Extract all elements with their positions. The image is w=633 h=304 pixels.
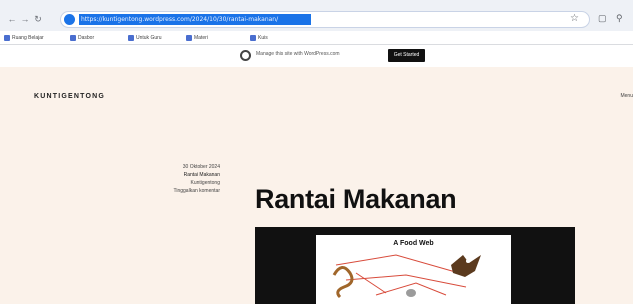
forward-icon[interactable]: → bbox=[20, 14, 30, 24]
site-info-icon[interactable] bbox=[64, 14, 75, 25]
post-author[interactable]: Kuntigentong bbox=[173, 179, 220, 187]
back-icon[interactable]: ← bbox=[7, 14, 17, 24]
url-text[interactable]: https://kuntigentong.wordpress.com/2024/… bbox=[79, 14, 311, 25]
bookmark-favicon-icon bbox=[128, 35, 134, 41]
mouse-icon bbox=[406, 289, 416, 297]
post-date[interactable]: 30 Oktober 2024 bbox=[173, 163, 220, 171]
food-web-illustration bbox=[332, 254, 481, 299]
food-web-arrows bbox=[335, 254, 467, 296]
food-web-diagram: A Food Web bbox=[316, 235, 511, 304]
bookmarks-bar: Ruang Belajar Dasbor Untuk Guru Materi K… bbox=[0, 31, 633, 45]
nav-menu-link[interactable]: Menu bbox=[620, 93, 633, 99]
bookmark-item[interactable]: Untuk Guru bbox=[128, 34, 162, 42]
reload-icon[interactable]: ↻ bbox=[33, 14, 43, 24]
bookmark-favicon-icon bbox=[186, 35, 192, 41]
browser-tab-strip bbox=[0, 0, 633, 9]
bookmark-favicon-icon bbox=[4, 35, 10, 41]
bookmark-favicon-icon bbox=[70, 35, 76, 41]
post-category[interactable]: Rantai Makanan bbox=[173, 171, 220, 179]
featured-image: A Food Web bbox=[255, 227, 575, 304]
bookmark-star-icon[interactable]: ☆ bbox=[570, 13, 579, 24]
bookmark-item[interactable]: Dasbor bbox=[70, 34, 94, 42]
post-meta: 30 Oktober 2024 Rantai Makanan Kuntigent… bbox=[173, 163, 220, 195]
wordpress-notice-text: Manage this site with WordPress.com bbox=[256, 51, 340, 57]
post-comments-link[interactable]: Tinggalkan komentar bbox=[173, 187, 220, 195]
post-title: Rantai Makanan bbox=[255, 184, 457, 214]
get-started-button[interactable]: Get Started bbox=[388, 49, 425, 62]
bookmark-favicon-icon bbox=[250, 35, 256, 41]
wordpress-notice-bar: Manage this site with WordPress.com Get … bbox=[0, 45, 633, 67]
browser-toolbar: ← → ↻ https://kuntigentong.wordpress.com… bbox=[0, 9, 633, 31]
bookmark-item[interactable]: Kuis bbox=[250, 34, 268, 42]
address-bar[interactable]: https://kuntigentong.wordpress.com/2024/… bbox=[60, 11, 590, 28]
bookmark-item[interactable]: Materi bbox=[186, 34, 208, 42]
bookmark-item[interactable]: Ruang Belajar bbox=[4, 34, 44, 42]
page-content: KUNTIGENTONG Menu 30 Oktober 2024 Rantai… bbox=[0, 67, 633, 304]
wordpress-logo-icon bbox=[240, 50, 251, 61]
snake-icon bbox=[332, 266, 354, 299]
eagle-icon bbox=[451, 255, 481, 277]
extensions-icon[interactable]: ▢ bbox=[598, 13, 607, 24]
site-title[interactable]: KUNTIGENTONG bbox=[34, 93, 105, 100]
profile-icon[interactable]: ⚲ bbox=[616, 13, 623, 24]
